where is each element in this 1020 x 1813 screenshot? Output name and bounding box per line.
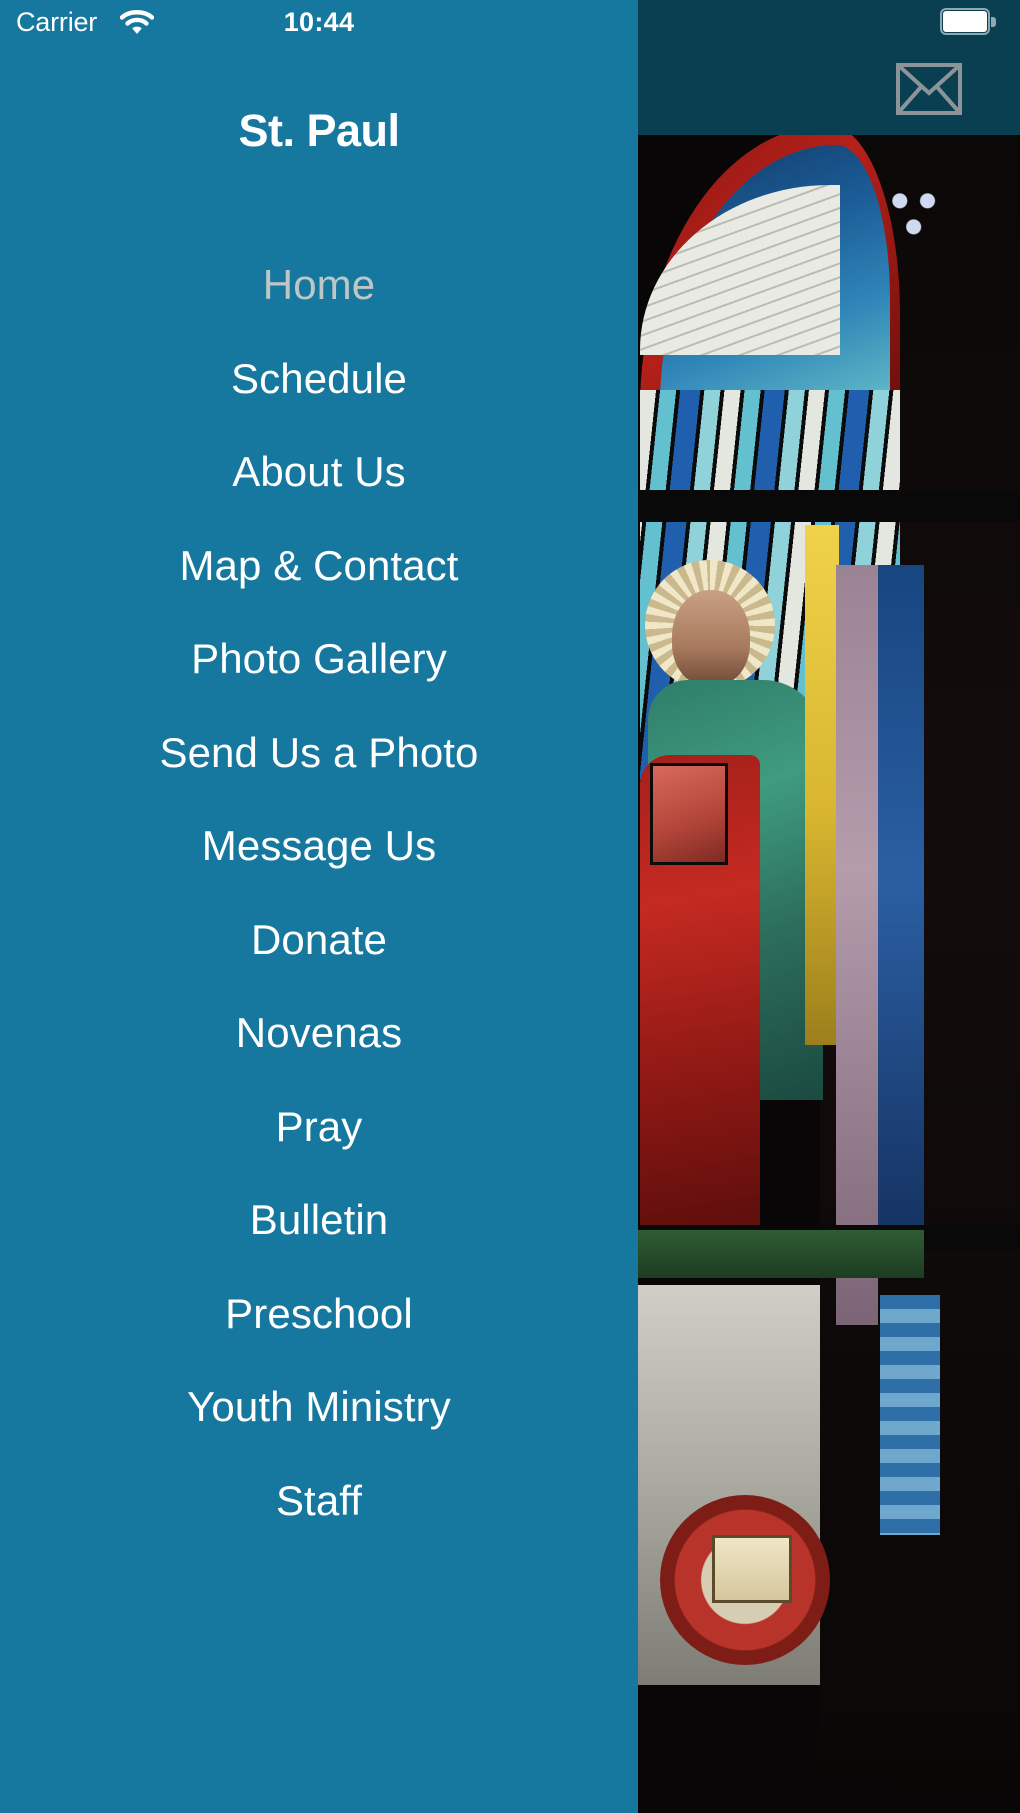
sidebar-item-send-us-a-photo[interactable]: Send Us a Photo <box>0 706 638 800</box>
sidebar-item-schedule[interactable]: Schedule <box>0 332 638 426</box>
mail-envelope-icon[interactable] <box>896 63 962 115</box>
app-title: St. Paul <box>238 105 400 156</box>
sidebar-item-youth-ministry[interactable]: Youth Ministry <box>0 1360 638 1454</box>
sidebar-item-donate[interactable]: Donate <box>0 893 638 987</box>
sidebar-item-message-us[interactable]: Message Us <box>0 799 638 893</box>
sidebar-item-preschool[interactable]: Preschool <box>0 1267 638 1361</box>
status-bar: Carrier 10:44 <box>0 0 638 44</box>
sidebar-item-pray[interactable]: Pray <box>0 1080 638 1174</box>
battery-icon <box>940 8 996 35</box>
sidebar-item-novenas[interactable]: Novenas <box>0 986 638 1080</box>
sidebar-item-about-us[interactable]: About Us <box>0 425 638 519</box>
sidebar-item-bulletin[interactable]: Bulletin <box>0 1173 638 1267</box>
navigation-drawer: Carrier 10:44 St. Paul Home Schedule About… <box>0 0 638 1813</box>
app-screen: n Carrier 10:44 St. Paul HomeScheduleAbo… <box>0 0 1020 1813</box>
sidebar-item-map-contact[interactable]: Map & Contact <box>0 519 638 613</box>
sidebar-item-photo-gallery[interactable]: Photo Gallery <box>0 612 638 706</box>
sidebar-item-home[interactable]: Home <box>0 238 638 332</box>
clock-time: 10:44 <box>283 7 355 37</box>
drawer-menu-list: Home Schedule About Us Map & Contact Photo G… <box>0 238 638 1547</box>
sidebar-item-staff[interactable]: Staff <box>0 1454 638 1548</box>
